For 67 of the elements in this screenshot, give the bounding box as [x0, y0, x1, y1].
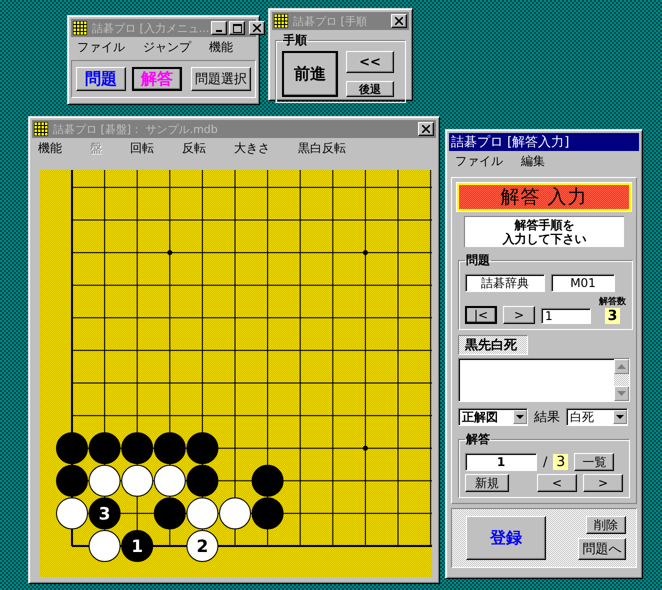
window-title: 詰碁プロ [解答入力] [451, 134, 570, 151]
close-icon [422, 125, 430, 133]
menu-item[interactable]: 回転 [130, 140, 154, 156]
answer-input-banner: 解答 入力 [457, 183, 631, 211]
instruction-text: 解答手順を [514, 218, 574, 232]
minimize-button[interactable] [211, 21, 228, 35]
answer-count: 3 [604, 308, 620, 324]
previous-button[interactable]: < [537, 474, 577, 492]
forward-button[interactable]: 前進 [282, 51, 338, 97]
numbered-stone: 2 [186, 530, 218, 562]
close-button[interactable] [418, 122, 434, 136]
step-button[interactable]: << [346, 51, 394, 73]
maximize-icon [232, 24, 242, 32]
problem-number-field[interactable]: 1 [541, 308, 591, 324]
group-label: 解答 [465, 431, 491, 448]
scroll-down-button[interactable] [614, 386, 629, 401]
numbered-stone: 1 [121, 530, 154, 562]
scrollbar[interactable] [614, 359, 629, 401]
result-dropdown[interactable]: 白死 [566, 408, 628, 426]
answer-total: 3 [553, 454, 568, 470]
menu-item[interactable]: 黒白反転 [298, 140, 346, 156]
next-button[interactable]: > [503, 306, 535, 324]
to-problem-button[interactable]: 問題へ [578, 538, 626, 560]
instruction-text: 入力して下さい [502, 232, 586, 246]
first-button[interactable]: |< [465, 306, 497, 324]
scroll-up-button[interactable] [614, 359, 629, 374]
menu-item[interactable]: 機能 [209, 38, 233, 56]
diagram-type-dropdown[interactable]: 正解図 [458, 408, 528, 426]
menu-item[interactable]: 大きさ [234, 140, 270, 156]
window-title: 詰碁プロ [碁盤]： サンプル.mdb [53, 122, 219, 136]
grid-icon [274, 14, 288, 28]
collection-field[interactable]: 詰碁辞典 [465, 274, 545, 292]
problem-id-field[interactable]: M01 [551, 274, 615, 292]
grid-icon [34, 122, 48, 136]
register-button[interactable]: 登録 [466, 516, 546, 560]
result-label: 結果 [534, 409, 560, 426]
menu-item[interactable]: ジャンプ [143, 38, 191, 56]
up-arrow-icon [617, 364, 626, 369]
delete-button[interactable]: 削除 [586, 516, 626, 534]
next-button[interactable]: > [583, 474, 623, 492]
close-icon [253, 24, 262, 32]
window-title: 詰碁プロ [入力メニュ... [92, 20, 210, 36]
new-button[interactable]: 新規 [465, 474, 509, 492]
menu-item[interactable]: 編集 [521, 152, 545, 170]
answer-count-label: 解答数 [599, 296, 626, 308]
step-button[interactable]: 後退 [346, 81, 394, 97]
window-title: 詰碁プロ [手順 [293, 14, 368, 28]
close-button[interactable] [391, 14, 407, 28]
menu-item[interactable]: 機能 [38, 140, 62, 156]
close-icon [395, 17, 403, 25]
menu-item[interactable]: ファイル [455, 152, 503, 170]
comment-field[interactable] [458, 358, 630, 402]
grid-icon [73, 21, 87, 35]
menu-item[interactable]: ファイル [77, 38, 125, 56]
problem-title: 黒先白死 [458, 335, 528, 355]
menu-button[interactable]: 問題選択 [191, 67, 251, 91]
maximize-button[interactable] [229, 21, 246, 35]
answer-number-field[interactable]: 1 [465, 453, 537, 471]
down-arrow-icon [617, 391, 626, 396]
menu-item[interactable]: 反転 [182, 140, 206, 156]
menu-button[interactable]: 問題 [76, 67, 126, 91]
close-button[interactable] [249, 21, 266, 35]
numbered-stone: 3 [88, 497, 121, 530]
group-label: 手順 [282, 32, 308, 49]
list-button[interactable]: 一覧 [574, 453, 614, 471]
separator: / [543, 454, 548, 470]
group-label: 問題 [465, 252, 491, 269]
